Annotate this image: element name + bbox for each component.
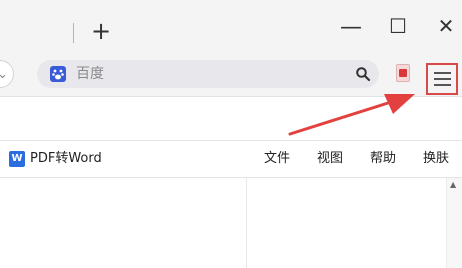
pdf-to-word-app-icon: W: [9, 151, 25, 167]
scroll-up-arrow-icon[interactable]: ▲: [450, 181, 456, 189]
minimize-button[interactable]: —: [338, 17, 364, 39]
pdf-icon[interactable]: [396, 64, 410, 82]
maximize-button[interactable]: ☐: [385, 16, 411, 36]
hamburger-menu-icon: [434, 72, 451, 74]
search-input[interactable]: 百度: [37, 60, 379, 88]
app-title: PDF转Word: [30, 151, 102, 166]
dropdown-chevron-button[interactable]: ⌄: [0, 60, 14, 88]
close-window-button[interactable]: ✕: [433, 16, 459, 36]
vertical-scrollbar[interactable]: ▲: [446, 178, 462, 268]
content-area: ▲: [0, 178, 462, 268]
app-toolbar: W PDF转Word 文件 视图 帮助 换肤: [0, 140, 462, 178]
menu-item-view[interactable]: 视图: [317, 151, 343, 167]
new-tab-button[interactable]: +: [89, 19, 113, 43]
search-icon[interactable]: [355, 66, 371, 82]
menu-item-file[interactable]: 文件: [264, 151, 290, 167]
tab-divider: [73, 23, 74, 43]
hamburger-line: [434, 78, 451, 80]
browser-titlebar: + — ☐ ✕: [0, 0, 462, 58]
panel-divider: [246, 178, 247, 268]
hamburger-line: [434, 84, 451, 86]
baidu-paw-icon[interactable]: [50, 66, 66, 82]
browser-addressbar: ⌄ 百度: [0, 58, 462, 97]
menu-item-skin[interactable]: 换肤: [423, 151, 449, 167]
main-menu-button[interactable]: [426, 63, 458, 95]
paw-glyph: [52, 69, 64, 80]
menu-item-help[interactable]: 帮助: [370, 151, 396, 167]
search-placeholder: 百度: [76, 66, 104, 82]
